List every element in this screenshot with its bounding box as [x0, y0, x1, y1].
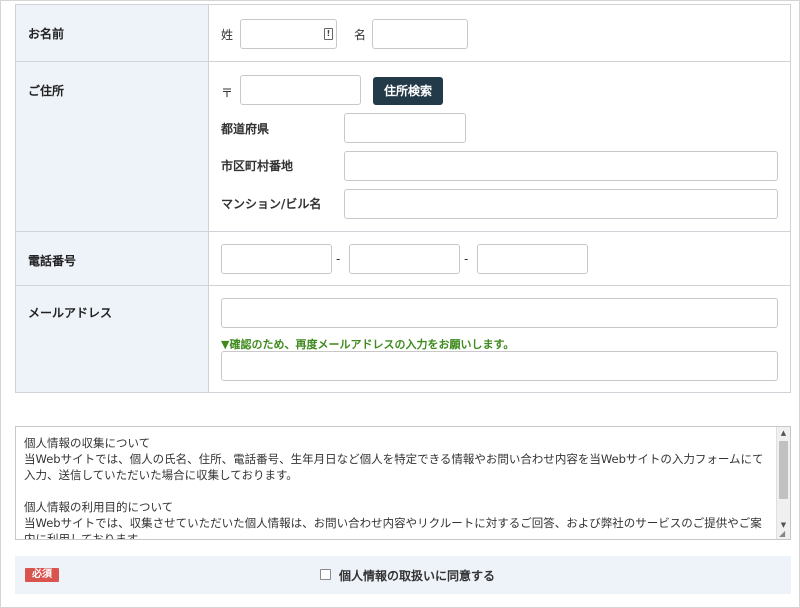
email-label: メールアドレス: [28, 306, 113, 320]
phone-label-cell: 電話番号: [15, 231, 209, 286]
phone-field-cell: - -: [208, 231, 791, 286]
policy-section: 個人情報の利用目的について 当Webサイトでは、収集させていただいた個人情報は、…: [24, 499, 768, 540]
email-label-cell: メールアドレス: [15, 285, 209, 393]
email-field-cell: ▼確認のため、再度メールアドレスの入力をお願いします。: [208, 285, 791, 393]
phone-part1-input[interactable]: [221, 244, 332, 274]
last-name-input[interactable]: [240, 19, 337, 49]
row-phone: 電話番号 - -: [15, 231, 791, 286]
agree-label[interactable]: 個人情報の取扱いに同意する: [339, 567, 495, 584]
phone-separator-1: -: [336, 252, 341, 266]
scroll-up-arrow-icon[interactable]: ▲: [777, 427, 790, 439]
resize-handle-icon[interactable]: ◢: [779, 530, 789, 538]
row-name: お名前 姓 ! 名: [15, 4, 791, 62]
contact-form: お名前 姓 ! 名 ご住所 〒 住所検索 都道府県 市区町村番地 マンション/ビ…: [15, 4, 791, 393]
phone-part3-input[interactable]: [477, 244, 588, 274]
scroll-thumb[interactable]: [779, 441, 788, 499]
policy-body: 当Webサイトでは、収集させていただいた個人情報は、お問い合わせ内容やリクルート…: [24, 516, 762, 540]
city-input[interactable]: [344, 151, 778, 181]
row-email: メールアドレス ▼確認のため、再度メールアドレスの入力をお願いします。: [15, 285, 791, 393]
first-name-label: 名: [354, 28, 367, 42]
phone-separator-2: -: [464, 252, 469, 266]
last-name-label: 姓: [221, 28, 234, 42]
name-field-cell: 姓 ! 名: [208, 4, 791, 62]
address-field-cell: 〒 住所検索 都道府県 市区町村番地 マンション/ビル名: [208, 61, 791, 232]
row-address: ご住所 〒 住所検索 都道府県 市区町村番地 マンション/ビル名: [15, 61, 791, 232]
input-helper-icon[interactable]: !: [324, 28, 333, 40]
agreement-bar: 必須 個人情報の取扱いに同意する: [15, 556, 791, 594]
privacy-policy-textarea[interactable]: 個人情報の収集について 当Webサイトでは、個人の氏名、住所、電話番号、生年月日…: [15, 426, 791, 540]
phone-part2-input[interactable]: [349, 244, 460, 274]
email-input[interactable]: [221, 298, 778, 328]
address-search-button[interactable]: 住所検索: [373, 77, 443, 105]
address-label-cell: ご住所: [15, 61, 209, 232]
email-confirm-hint: ▼確認のため、再度メールアドレスの入力をお願いします。: [221, 338, 515, 351]
policy-body: 当Webサイトでは、個人の氏名、住所、電話番号、生年月日など個人を特定できる情報…: [24, 452, 764, 482]
building-input[interactable]: [344, 189, 778, 219]
name-label-cell: お名前: [15, 4, 209, 62]
prefecture-input[interactable]: [344, 113, 466, 143]
agree-checkbox[interactable]: [320, 569, 331, 580]
name-label: お名前: [28, 27, 65, 41]
email-confirm-input[interactable]: [221, 351, 778, 381]
policy-section: 個人情報の収集について 当Webサイトでは、個人の氏名、住所、電話番号、生年月日…: [24, 435, 768, 483]
prefecture-label: 都道府県: [221, 122, 270, 136]
privacy-policy-content: 個人情報の収集について 当Webサイトでは、個人の氏名、住所、電話番号、生年月日…: [24, 435, 768, 540]
postal-mark: 〒: [221, 86, 234, 100]
policy-heading: 個人情報の収集について: [24, 436, 151, 450]
policy-scrollbar[interactable]: ▲ ▼: [776, 427, 790, 539]
required-badge: 必須: [25, 568, 59, 582]
postal-code-input[interactable]: [240, 75, 361, 105]
policy-heading: 個人情報の利用目的について: [24, 500, 174, 514]
building-label: マンション/ビル名: [221, 197, 322, 211]
address-label: ご住所: [28, 84, 65, 98]
phone-label: 電話番号: [28, 254, 77, 268]
city-label: 市区町村番地: [221, 159, 294, 173]
first-name-input[interactable]: [372, 19, 468, 49]
